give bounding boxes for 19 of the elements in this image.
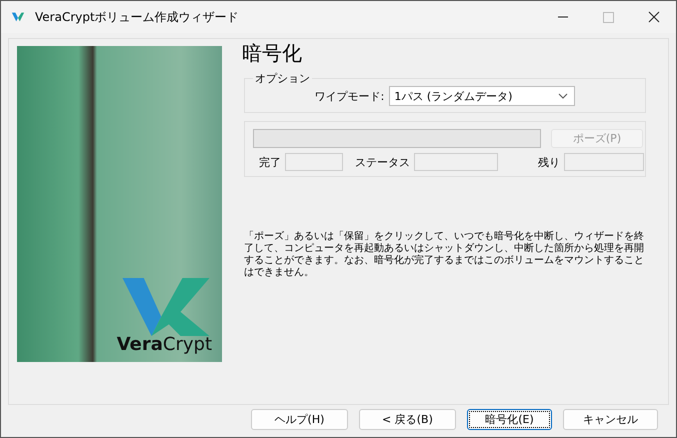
group-legend: オプション: [253, 71, 312, 86]
wizard-button[interactable]: 暗号化(E): [466, 408, 552, 430]
window-title: VeraCryptボリューム作成ウィザード: [35, 8, 239, 26]
field-label: 完了: [259, 154, 281, 170]
readonly-field: [285, 153, 343, 171]
field-label: 残り: [538, 154, 560, 170]
logo-icon: [120, 278, 212, 336]
wizard-button[interactable]: キャンセル: [563, 408, 658, 430]
logo-text: VeraCrypt: [116, 334, 212, 355]
app-logo-icon: [11, 10, 25, 24]
wipe-mode-dropdown[interactable]: 1パス (ランダムデータ): [389, 86, 576, 106]
wizard-button[interactable]: ヘルプ(H): [251, 408, 348, 430]
wipe-mode-label: ワイプモード:: [314, 88, 384, 104]
field-label: ステータス: [355, 154, 410, 170]
close-icon[interactable]: [648, 11, 660, 23]
page-heading: 暗号化: [242, 40, 303, 67]
wizard-button[interactable]: < 戻る(B): [358, 408, 456, 430]
chevron-icon: [558, 93, 568, 99]
info-paragraph: 「ポーズ」あるいは「保留」をクリックして、いつでも暗号化を中断し、ウィザードを終了して、コンピュータを再起動あるいはシャットダウンし、中断した箇所から処理を再開することができます。なお、暗号化が完了するまではこのボリュームをマウントすることはできません。: [244, 231, 645, 279]
